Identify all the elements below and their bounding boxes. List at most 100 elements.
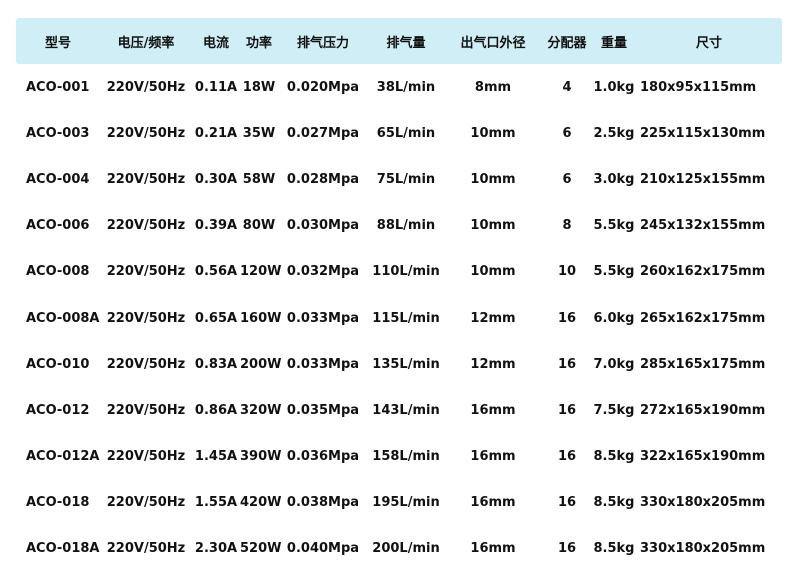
cell-distributor: 16 (557, 449, 577, 465)
cell-power: 80W (242, 218, 276, 234)
cell-voltage-frequency: 220V/50Hz (106, 449, 186, 465)
header-voltage-frequency: 电压/频率 (117, 35, 175, 51)
cell-dimensions: 330x180x205mm (640, 541, 766, 557)
cell-model: ACO-003 (26, 125, 90, 141)
cell-exhaust-pressure: 0.040Mpa (286, 541, 360, 557)
cell-exhaust-pressure: 0.027Mpa (286, 125, 360, 141)
cell-current: 0.65A (194, 310, 238, 326)
cell-outlet-diameter: 10mm (470, 125, 516, 141)
cell-model: ACO-008 (26, 264, 90, 280)
table-row: ACO-012 220V/50Hz 0.86A 320W 0.035Mpa 143L/mi… (16, 387, 782, 433)
cell-distributor: 16 (557, 310, 577, 326)
cell-model: ACO-012A (26, 449, 100, 465)
spec-table: 型号 电压/频率 电流 功率 排气压力 排气量 出气口外径 分配器 重量 尺寸 … (16, 18, 782, 572)
cell-voltage-frequency: 220V/50Hz (106, 125, 186, 141)
table-row: ACO-010 220V/50Hz 0.83A 200W 0.033Mpa 135L/mi… (16, 341, 782, 387)
cell-outlet-diameter: 16mm (470, 495, 516, 511)
cell-current: 0.30A (194, 171, 238, 187)
cell-dimensions: 322x165x190mm (640, 449, 766, 465)
cell-exhaust-pressure: 0.033Mpa (286, 310, 360, 326)
cell-dimensions: 265x162x175mm (640, 310, 766, 326)
cell-weight: 8.5kg (593, 541, 635, 557)
cell-current: 0.21A (194, 125, 238, 141)
cell-exhaust-pressure: 0.028Mpa (286, 171, 360, 187)
cell-outlet-diameter: 10mm (470, 264, 516, 280)
table-row: ACO-018A 220V/50Hz 2.30A 520W 0.040Mpa 200L/m… (16, 526, 782, 572)
cell-weight: 1.0kg (593, 79, 635, 95)
cell-weight: 6.0kg (593, 310, 635, 326)
cell-weight: 7.5kg (593, 402, 635, 418)
cell-air-flow: 65L/min (376, 125, 436, 141)
cell-exhaust-pressure: 0.032Mpa (286, 264, 360, 280)
cell-exhaust-pressure: 0.038Mpa (286, 495, 360, 511)
cell-exhaust-pressure: 0.036Mpa (286, 449, 360, 465)
cell-dimensions: 180x95x115mm (640, 79, 757, 95)
cell-outlet-diameter: 12mm (470, 356, 516, 372)
cell-distributor: 16 (557, 541, 577, 557)
cell-power: 200W (240, 356, 282, 372)
table-row: ACO-003 220V/50Hz 0.21A 35W 0.027Mpa 65L/min 1… (16, 110, 782, 156)
table-row: ACO-006 220V/50Hz 0.39A 80W 0.030Mpa 88L/min 1… (16, 203, 782, 249)
header-exhaust-pressure: 排气压力 (296, 35, 349, 51)
header-power: 功率 (245, 35, 272, 51)
cell-voltage-frequency: 220V/50Hz (106, 79, 186, 95)
cell-air-flow: 143L/min (372, 402, 440, 418)
cell-voltage-frequency: 220V/50Hz (106, 264, 186, 280)
cell-model: ACO-006 (26, 218, 90, 234)
header-air-flow: 排气量 (386, 35, 426, 51)
cell-model: ACO-008A (26, 310, 100, 326)
cell-distributor: 16 (557, 356, 577, 372)
cell-air-flow: 115L/min (372, 310, 440, 326)
cell-voltage-frequency: 220V/50Hz (106, 171, 186, 187)
cell-dimensions: 330x180x205mm (640, 495, 766, 511)
cell-model: ACO-018A (26, 541, 100, 557)
cell-distributor: 6 (562, 171, 572, 187)
cell-model: ACO-010 (26, 356, 90, 372)
cell-dimensions: 260x162x175mm (640, 264, 766, 280)
cell-distributor: 6 (562, 125, 572, 141)
cell-power: 58W (242, 171, 276, 187)
cell-air-flow: 158L/min (372, 449, 440, 465)
cell-current: 0.39A (194, 218, 238, 234)
cell-air-flow: 88L/min (376, 218, 436, 234)
cell-outlet-diameter: 12mm (470, 310, 516, 326)
cell-air-flow: 110L/min (372, 264, 440, 280)
cell-current: 0.11A (194, 79, 238, 95)
header-weight: 重量 (600, 35, 627, 51)
cell-model: ACO-001 (26, 79, 90, 95)
cell-voltage-frequency: 220V/50Hz (106, 402, 186, 418)
header-model: 型号 (44, 35, 71, 51)
cell-power: 160W (240, 310, 282, 326)
cell-current: 0.86A (194, 402, 238, 418)
cell-current: 1.45A (194, 449, 238, 465)
header-current: 电流 (202, 35, 229, 51)
cell-current: 1.55A (194, 495, 238, 511)
cell-dimensions: 285x165x175mm (640, 356, 766, 372)
cell-distributor: 16 (557, 495, 577, 511)
cell-air-flow: 75L/min (376, 171, 436, 187)
table-row: ACO-004 220V/50Hz 0.30A 58W 0.028Mpa 75L/min 1… (16, 156, 782, 202)
header-dimensions: 尺寸 (695, 35, 722, 51)
cell-outlet-diameter: 10mm (470, 171, 516, 187)
cell-weight: 8.5kg (593, 449, 635, 465)
cell-voltage-frequency: 220V/50Hz (106, 356, 186, 372)
cell-power: 120W (240, 264, 282, 280)
cell-weight: 2.5kg (593, 125, 635, 141)
table-row: ACO-018 220V/50Hz 1.55A 420W 0.038Mpa 195L/mi… (16, 480, 782, 526)
cell-voltage-frequency: 220V/50Hz (106, 310, 186, 326)
cell-power: 320W (240, 402, 282, 418)
table-row: ACO-012A 220V/50Hz 1.45A 390W 0.036Mpa 158L/m… (16, 434, 782, 480)
cell-voltage-frequency: 220V/50Hz (106, 541, 186, 557)
cell-outlet-diameter: 16mm (470, 541, 516, 557)
cell-exhaust-pressure: 0.030Mpa (286, 218, 360, 234)
cell-outlet-diameter: 8mm (474, 79, 512, 95)
cell-exhaust-pressure: 0.020Mpa (286, 79, 360, 95)
cell-model: ACO-012 (26, 402, 90, 418)
cell-air-flow: 38L/min (376, 79, 436, 95)
spec-sheet: 型号 电压/频率 电流 功率 排气压力 排气量 出气口外径 分配器 重量 尺寸 … (16, 18, 782, 572)
cell-exhaust-pressure: 0.033Mpa (286, 356, 360, 372)
table-row: ACO-008 220V/50Hz 0.56A 120W 0.032Mpa 110L/mi… (16, 249, 782, 295)
cell-air-flow: 135L/min (372, 356, 440, 372)
cell-distributor: 10 (557, 264, 577, 280)
table-body: ACO-001 220V/50Hz 0.11A 18W 0.020Mpa 38L/min 8… (16, 64, 782, 572)
